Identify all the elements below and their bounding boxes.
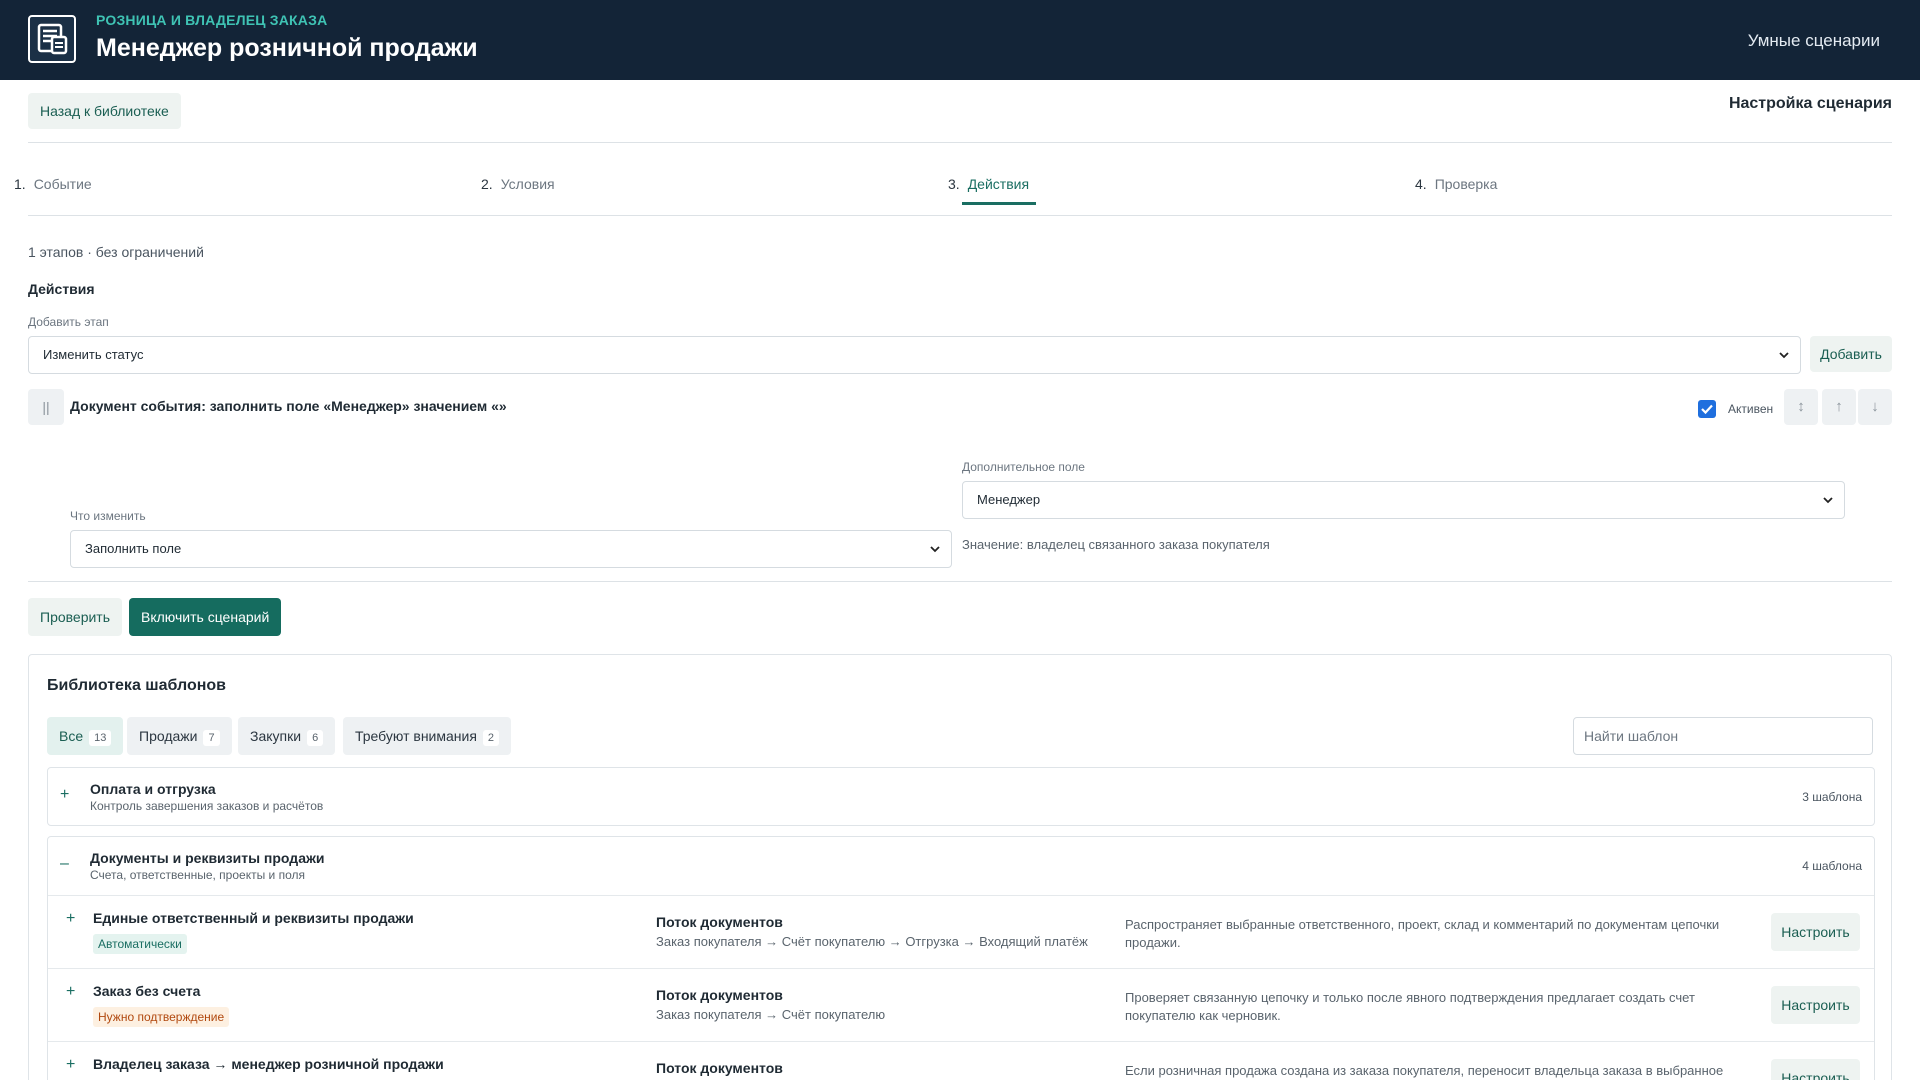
active-checkbox[interactable] xyxy=(1698,400,1716,418)
arrow-down-icon[interactable]: ↓ xyxy=(1858,389,1892,425)
status-badge: Нужно подтверждение xyxy=(93,1007,230,1027)
filter-label: Продажи xyxy=(139,728,198,744)
divider xyxy=(28,581,1892,582)
expand-icon[interactable]: + xyxy=(66,1056,75,1074)
template-group-documents: – Документы и реквизиты продажи Счета, о… xyxy=(47,836,1875,1080)
back-to-library-button[interactable]: Назад к библиотеке xyxy=(28,93,181,129)
what-to-change-value: Заполнить поле xyxy=(85,541,182,556)
configure-button[interactable]: Настроить xyxy=(1771,986,1860,1024)
enable-scenario-button[interactable]: Включить сценарий xyxy=(129,598,282,636)
value-hint: Значение: владелец связанного заказа пок… xyxy=(962,537,1270,552)
expand-icon[interactable]: + xyxy=(60,786,69,804)
group-subtitle: Контроль завершения заказов и расчётов xyxy=(90,799,324,813)
template-library: Библиотека шаблонов Все 13 Продажи 7 Закуп… xyxy=(28,654,1892,1080)
filter-count: 2 xyxy=(482,730,500,746)
add-stage-value: Изменить статус xyxy=(43,347,144,362)
library-title: Библиотека шаблонов xyxy=(47,677,226,694)
collapse-icon[interactable]: – xyxy=(60,855,69,873)
active-label: Активен xyxy=(1728,402,1774,416)
flow-path: Заказ покупателя → Счёт покупателю xyxy=(656,1007,886,1022)
add-stage-button[interactable]: Добавить xyxy=(1810,336,1892,372)
app-title: Менеджер розничной продажи xyxy=(96,34,478,62)
step-label: Событие xyxy=(33,176,92,192)
template-title: Единые ответственный и реквизиты продажи xyxy=(93,910,414,926)
top-bar: РОЗНИЦА И ВЛАДЕЛЕЦ ЗАКАЗА Менеджер розни… xyxy=(0,0,1920,80)
page-title: Настройка сценария xyxy=(1728,95,1892,112)
actions-section-title: Действия xyxy=(28,281,95,297)
step-event[interactable]: 1. Событие xyxy=(14,176,92,204)
flow-path: Заказ покупателя → Счёт покупателю → Отг… xyxy=(656,934,1088,949)
flow-title: Поток документов xyxy=(656,1060,783,1076)
check-button[interactable]: Проверить xyxy=(28,598,123,636)
step-number: 3. xyxy=(948,176,960,192)
flow-title: Поток документов xyxy=(656,987,783,1003)
step-number: 4. xyxy=(1415,176,1427,192)
step-label: Условия xyxy=(500,176,555,192)
template-row: + Владелец заказа → менеджер розничной п… xyxy=(48,1041,1874,1080)
step-label: Проверка xyxy=(1434,176,1498,192)
drag-handle-icon[interactable]: || xyxy=(28,389,64,425)
step-number: 1. xyxy=(14,176,26,192)
filter-label: Требуют внимания xyxy=(355,728,477,744)
extra-field-label: Дополнительное поле xyxy=(962,460,1085,474)
step-label: Действия xyxy=(967,176,1030,192)
step-actions[interactable]: 3. Действия xyxy=(948,176,1029,204)
extra-field-select[interactable]: Менеджер xyxy=(962,481,1845,519)
step-review[interactable]: 4. Проверка xyxy=(1415,176,1497,204)
expand-icon[interactable]: + xyxy=(66,910,75,928)
what-to-change-label: Что изменить xyxy=(70,509,146,523)
flow-title: Поток документов xyxy=(656,914,783,930)
app-eyebrow: РОЗНИЦА И ВЛАДЕЛЕЦ ЗАКАЗА xyxy=(96,12,328,28)
template-description: Распространяет выбранные ответственного,… xyxy=(1125,917,1720,950)
filter-all[interactable]: Все 13 xyxy=(47,717,124,755)
group-subtitle: Счета, ответственные, проекты и поля xyxy=(90,868,305,882)
filter-count: 7 xyxy=(203,730,220,746)
what-to-change-select[interactable]: Заполнить поле xyxy=(70,530,952,568)
filter-need-attention[interactable]: Требуют внимания 2 xyxy=(343,717,512,755)
filter-label: Все xyxy=(59,728,84,744)
filter-label: Закупки xyxy=(250,728,302,744)
arrow-up-icon[interactable]: ↑ xyxy=(1822,389,1856,425)
template-description: Проверяет связанную цепочку и только пос… xyxy=(1125,990,1695,1023)
template-title: Заказ без счета xyxy=(93,983,201,999)
configure-button[interactable]: Настроить xyxy=(1771,913,1860,951)
template-row: + Заказ без счета Нужно подтверждение По… xyxy=(48,968,1874,1041)
documents-icon xyxy=(28,15,76,63)
template-title: Владелец заказа → менеджер розничной про… xyxy=(93,1056,444,1072)
divider xyxy=(28,142,1892,143)
status-badge: Автоматически xyxy=(93,934,187,954)
template-row: + Единые ответственный и реквизиты прода… xyxy=(48,895,1874,968)
group-title: Оплата и отгрузка xyxy=(90,781,216,797)
chevron-down-icon xyxy=(1778,337,1790,375)
chevron-down-icon xyxy=(929,531,941,569)
chevron-down-icon xyxy=(1822,482,1834,520)
active-step-indicator xyxy=(962,202,1036,205)
configure-button[interactable]: Настроить xyxy=(1771,1059,1860,1080)
template-description: Если розничная продажа создана из заказа… xyxy=(1125,1063,1724,1078)
smart-scenarios-link[interactable]: Умные сценарии xyxy=(1748,31,1880,51)
template-group-payment[interactable]: + Оплата и отгрузка Контроль завершения … xyxy=(47,767,1875,826)
expand-icon[interactable]: + xyxy=(66,983,75,1001)
sort-icon[interactable]: ↕ xyxy=(1784,389,1818,425)
group-count: 4 шаблона xyxy=(1802,859,1862,873)
step-conditions[interactable]: 2. Условия xyxy=(481,176,555,204)
divider xyxy=(28,215,1892,216)
filter-count: 13 xyxy=(89,730,112,746)
stages-summary: 1 этапов · без ограничений xyxy=(28,244,204,260)
add-stage-select[interactable]: Изменить статус xyxy=(28,336,1801,374)
template-search-input[interactable]: Найти шаблон xyxy=(1573,717,1873,755)
action-title: Документ события: заполнить поле «Менедж… xyxy=(70,398,507,414)
group-count: 3 шаблона xyxy=(1802,790,1862,804)
filter-purchases[interactable]: Закупки 6 xyxy=(238,717,336,755)
group-title: Документы и реквизиты продажи xyxy=(90,850,325,866)
filter-count: 6 xyxy=(307,730,324,746)
filter-sales[interactable]: Продажи 7 xyxy=(127,717,232,755)
step-number: 2. xyxy=(481,176,493,192)
add-stage-label: Добавить этап xyxy=(28,315,109,329)
extra-field-value: Менеджер xyxy=(977,492,1041,507)
